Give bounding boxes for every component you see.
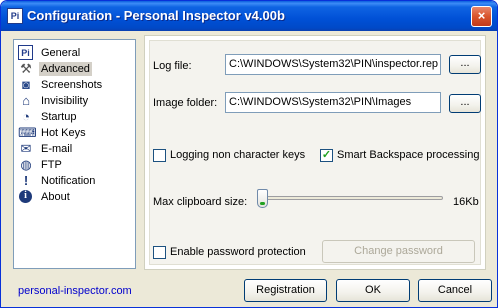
settings-nav-list: Pi General ⚒ Advanced ◙ Screenshots ⌂ In… [13,39,136,269]
info-icon: i [19,190,32,203]
logging-non-char-checkbox[interactable] [153,149,166,162]
checkmark-icon: ✓ [321,149,332,161]
enable-password-label[interactable]: Enable password protection [170,246,306,258]
startup-icon: ◔ [22,109,30,124]
close-button[interactable]: × [471,6,492,27]
notification-icon: ! [23,173,29,188]
nav-label-ftp: FTP [41,159,62,171]
nav-item-general[interactable]: Pi General [18,45,133,61]
app-icon: Pi [7,8,23,24]
smart-backspace-checkbox[interactable]: ✓ [320,149,333,162]
nav-label-invisibility: Invisibility [41,95,89,107]
log-file-label: Log file: [153,60,192,72]
nav-label-startup: Startup [41,111,77,123]
smart-backspace-label[interactable]: Smart Backspace processing [337,149,479,161]
ok-button[interactable]: OK [336,279,410,302]
nav-item-startup[interactable]: ◔ Startup [18,109,133,125]
registration-button[interactable]: Registration [244,279,327,302]
nav-item-hot-keys[interactable]: ⌨ Hot Keys [18,125,133,141]
nav-label-hot-keys: Hot Keys [41,127,86,139]
nav-label-notification: Notification [41,175,96,187]
max-clipboard-slider-track[interactable] [257,196,443,200]
log-file-input[interactable]: C:\WINDOWS\System32\PIN\inspector.rep [225,54,441,75]
nav-label-about: About [41,191,70,203]
nav-item-e-mail[interactable]: ✉ E-mail [18,141,133,157]
globe-icon: ◍ [20,157,32,172]
keyboard-icon: ⌨ [18,125,37,140]
enable-password-checkbox[interactable] [153,246,166,259]
nav-item-advanced[interactable]: ⚒ Advanced [18,61,133,77]
nav-item-notification[interactable]: ! Notification [18,173,133,189]
camera-icon: ◙ [22,77,30,92]
tools-icon: ⚒ [20,61,32,76]
close-icon: × [477,8,486,23]
configuration-window: Pi Configuration - Personal Inspector v4… [0,0,498,308]
nav-item-screenshots[interactable]: ◙ Screenshots [18,77,133,93]
nav-label-advanced: Advanced [39,62,92,76]
max-clipboard-slider-thumb[interactable] [257,189,268,208]
title-bar[interactable]: Pi Configuration - Personal Inspector v4… [1,1,497,31]
nav-label-screenshots: Screenshots [41,79,103,91]
nav-item-invisibility[interactable]: ⌂ Invisibility [18,93,133,109]
image-folder-input[interactable]: C:\WINDOWS\System32\PIN\Images [225,92,441,113]
hat-icon: ⌂ [22,93,30,108]
change-password-button[interactable]: Change password [322,240,475,263]
website-link[interactable]: personal-inspector.com [18,285,132,297]
nav-label-general: General [41,47,81,59]
image-folder-label: Image folder: [153,97,218,109]
max-clipboard-value: 16Kb [453,196,479,208]
cancel-button[interactable]: Cancel [418,279,492,302]
log-file-browse-button[interactable]: ... [449,55,481,74]
nav-label-e-mail: E-mail [41,143,73,155]
max-clipboard-label: Max clipboard size: [153,196,248,208]
logging-non-char-label[interactable]: Logging non character keys [170,149,305,161]
image-folder-browse-button[interactable]: ... [449,94,481,113]
nav-item-about[interactable]: i About [18,189,133,205]
pi-icon: Pi [18,45,33,60]
window-title: Configuration - Personal Inspector v4.00… [27,8,285,23]
envelope-icon: ✉ [20,141,32,156]
nav-item-ftp[interactable]: ◍ FTP [18,157,133,173]
